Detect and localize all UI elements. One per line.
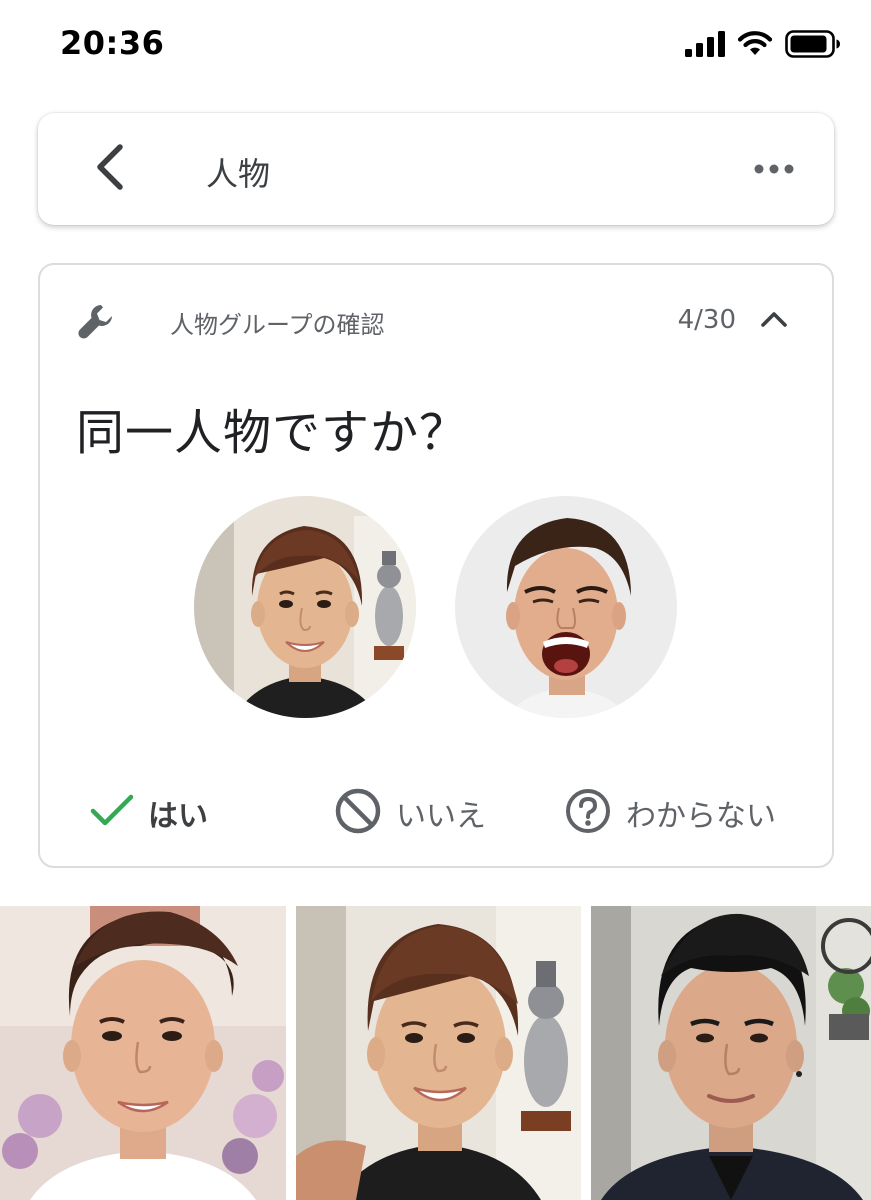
status-time: 20:36 xyxy=(60,24,165,62)
person-photo-2[interactable] xyxy=(296,906,581,1200)
wrench-icon xyxy=(76,301,116,341)
no-button[interactable]: いいえ xyxy=(334,785,486,841)
back-button[interactable] xyxy=(82,141,138,197)
face-photo-2[interactable] xyxy=(455,496,677,718)
chevron-up-icon xyxy=(760,310,788,332)
wifi-icon xyxy=(737,31,773,61)
review-counter: 4/30 xyxy=(677,305,736,335)
battery-icon xyxy=(785,30,841,62)
yes-button[interactable]: はい xyxy=(90,785,208,841)
app-bar: 人物 xyxy=(38,113,834,225)
block-icon xyxy=(334,787,382,839)
cellular-signal-icon xyxy=(685,31,725,61)
status-icons xyxy=(685,30,841,62)
unsure-label: わからない xyxy=(626,799,776,834)
unsure-button[interactable]: わからない xyxy=(564,785,776,841)
yes-label: はい xyxy=(148,799,208,834)
collapse-button[interactable] xyxy=(754,301,794,341)
person-photo-1[interactable] xyxy=(0,906,286,1200)
face-photo-1[interactable] xyxy=(194,496,416,718)
question-heading: 同一人物ですか？ xyxy=(76,405,469,461)
more-horizontal-icon xyxy=(754,160,794,179)
no-label: いいえ xyxy=(396,799,486,834)
group-review-card: 人物グループの確認 4/30 同一人物ですか？ はい いいえ わからない xyxy=(38,263,834,868)
card-label: 人物グループの確認 xyxy=(170,311,385,339)
question-circle-icon xyxy=(564,787,612,839)
status-bar: 20:36 xyxy=(0,0,871,92)
check-icon xyxy=(90,793,134,833)
chevron-left-icon xyxy=(90,141,130,197)
more-options-button[interactable] xyxy=(746,149,802,189)
person-photo-3[interactable] xyxy=(591,906,871,1200)
page-title: 人物 xyxy=(206,155,271,193)
